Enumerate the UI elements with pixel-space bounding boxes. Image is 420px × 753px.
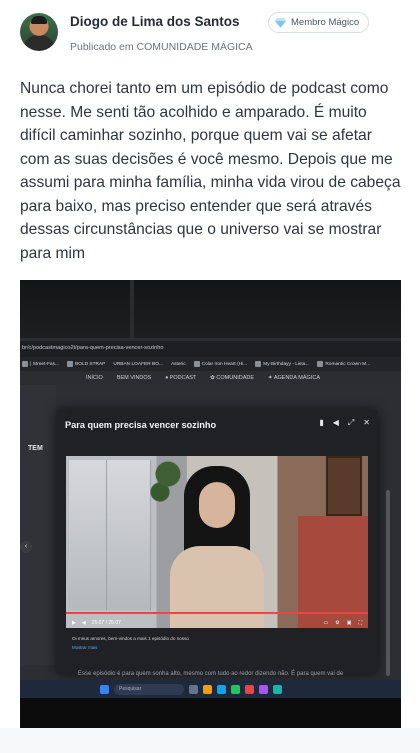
bookmark: Romantic Crown M... bbox=[317, 361, 370, 367]
taskbar-search: Pesquisar bbox=[114, 683, 184, 695]
site-nav-item: ✿ COMUNIDADE bbox=[210, 375, 255, 381]
bookmarks-bar: | Street-Fas... BOLD STRAP URBAN LOAFER … bbox=[20, 357, 401, 371]
published-in[interactable]: Publicado em COMUNIDADE MÁGICA bbox=[70, 41, 253, 53]
close-icon: ✕ bbox=[363, 418, 370, 427]
progress-fill bbox=[66, 612, 368, 614]
site-sidebar bbox=[20, 385, 56, 665]
video-frame bbox=[66, 456, 368, 628]
app-icon bbox=[231, 684, 240, 694]
bookmark: Colar Iron Heart (Hi... bbox=[193, 361, 247, 367]
site-nav-item: ✦ AGENDA MÁGICA bbox=[268, 375, 320, 381]
wall-frame bbox=[326, 456, 362, 516]
app-icon bbox=[203, 684, 212, 694]
host-face bbox=[199, 482, 235, 528]
fullscreen-icon: ⛶ bbox=[358, 620, 362, 626]
bookmark: My Birthdayy - Lista... bbox=[255, 361, 309, 367]
modal-actions: ▮ ◀ ⤢ ✕ bbox=[319, 418, 370, 428]
bookmark: Asteric bbox=[170, 361, 186, 367]
miniplayer-icon: ▣ bbox=[346, 620, 352, 626]
bookmark: BOLD STRAP bbox=[66, 361, 105, 367]
site-nav-item: BEM VINDOS bbox=[116, 375, 152, 381]
gem-icon bbox=[275, 17, 286, 28]
taskbar: Pesquisar bbox=[20, 680, 401, 698]
video-caption: Oi meus amores, bem-vindos a mais 1 epis… bbox=[72, 636, 189, 641]
app-icon bbox=[189, 684, 198, 694]
monitor-screen: br/c/podcastmagico2t/para-quem-precisa-v… bbox=[20, 338, 401, 688]
monitor-bezel-bottom bbox=[20, 698, 401, 728]
video-modal: Para quem precisa vencer sozinho ▮ ◀ ⤢ ✕ bbox=[56, 410, 378, 674]
site-nav-item: INÍCIO bbox=[86, 375, 103, 381]
settings-icon: ⚙ bbox=[335, 620, 340, 626]
show-more: Mostrar mais bbox=[72, 645, 98, 650]
site-side-label: TEM bbox=[28, 445, 43, 452]
app-icon bbox=[245, 684, 254, 694]
player-controls: ▶ ◀ 25:07 / 25:07 ▭ ⚙ ▣ ⛶ bbox=[66, 616, 368, 630]
post-photo[interactable]: br/c/podcastmagico2t/para-quem-precisa-v… bbox=[20, 280, 401, 728]
avatar[interactable] bbox=[20, 13, 58, 51]
author-name[interactable]: Diogo de Lima dos Santos bbox=[70, 14, 240, 29]
post-body: Nunca chorei tanto em um episódio de pod… bbox=[20, 80, 401, 262]
site-nav: INÍCIO BEM VINDOS ♦ PODCAST ✿ COMUNIDADE… bbox=[20, 371, 401, 385]
cc-icon: ▭ bbox=[323, 620, 329, 626]
page-footer-area bbox=[0, 728, 420, 753]
monitor-bezel bbox=[20, 280, 401, 340]
windows-icon bbox=[100, 684, 109, 694]
bookmark: | Street-Fas... bbox=[22, 361, 59, 367]
plant bbox=[148, 456, 188, 516]
volume-icon: ◀ bbox=[332, 418, 339, 427]
member-badge-label: Membro Mágico bbox=[291, 17, 360, 28]
chevron-left-icon: ‹ bbox=[20, 541, 32, 553]
play-icon: ▶ bbox=[72, 620, 76, 626]
app-icon bbox=[217, 684, 226, 694]
site-text: Esse episódio é para quem sonha alto, me… bbox=[78, 671, 344, 677]
browser-url: br/c/podcastmagico2t/para-quem-precisa-v… bbox=[20, 341, 401, 357]
volume-icon: ◀ bbox=[81, 620, 86, 626]
bookmark: URBAN LOAFER BO... bbox=[113, 361, 163, 367]
bookmark-icon: ▮ bbox=[319, 418, 324, 427]
app-icon bbox=[259, 684, 268, 694]
video-title: Para quem precisa vencer sozinho bbox=[65, 420, 217, 430]
site-nav-item: ♦ PODCAST bbox=[165, 375, 197, 381]
post-header: Diogo de Lima dos Santos Membro Mágico P… bbox=[20, 12, 410, 62]
progress-bar bbox=[66, 612, 368, 614]
app-icon bbox=[273, 684, 282, 694]
scrollbar bbox=[386, 490, 390, 676]
time-display: 25:07 / 25:07 bbox=[91, 620, 121, 626]
expand-icon: ⤢ bbox=[347, 418, 355, 427]
member-badge: Membro Mágico bbox=[268, 12, 370, 33]
wardrobe bbox=[69, 460, 151, 610]
